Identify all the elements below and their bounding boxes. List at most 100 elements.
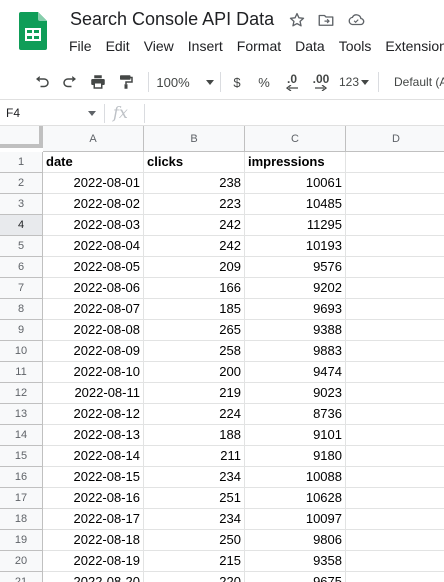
column-title-cell[interactable]: date xyxy=(43,152,144,173)
menu-extensions[interactable]: Extensions xyxy=(378,37,444,57)
table-cell[interactable]: 10628 xyxy=(245,488,346,509)
menu-format[interactable]: Format xyxy=(230,37,288,57)
table-cell[interactable]: 2022-08-01 xyxy=(43,173,144,194)
table-cell[interactable] xyxy=(346,572,444,582)
table-cell[interactable]: 9576 xyxy=(245,257,346,278)
table-cell[interactable]: 10061 xyxy=(245,173,346,194)
table-cell[interactable] xyxy=(346,425,444,446)
table-cell[interactable]: 2022-08-08 xyxy=(43,320,144,341)
table-cell[interactable]: 188 xyxy=(144,425,245,446)
currency-format-button[interactable]: $ xyxy=(228,71,246,93)
table-cell[interactable]: 234 xyxy=(144,509,245,530)
table-cell[interactable] xyxy=(346,194,444,215)
table-cell[interactable]: 220 xyxy=(144,572,245,582)
row-header[interactable]: 21 xyxy=(0,572,43,582)
table-cell[interactable]: 2022-08-07 xyxy=(43,299,144,320)
row-header[interactable]: 16 xyxy=(0,467,43,488)
table-cell[interactable]: 2022-08-16 xyxy=(43,488,144,509)
table-cell[interactable]: 2022-08-06 xyxy=(43,278,144,299)
column-title-cell[interactable]: impressions xyxy=(245,152,346,173)
table-cell[interactable]: 2022-08-11 xyxy=(43,383,144,404)
table-cell[interactable] xyxy=(346,257,444,278)
row-header[interactable]: 5 xyxy=(0,236,43,257)
row-header[interactable]: 13 xyxy=(0,404,43,425)
undo-icon[interactable] xyxy=(32,71,52,93)
table-cell[interactable]: 238 xyxy=(144,173,245,194)
table-cell[interactable]: 2022-08-18 xyxy=(43,530,144,551)
menu-file[interactable]: File xyxy=(62,37,99,57)
table-cell[interactable]: 185 xyxy=(144,299,245,320)
table-cell[interactable]: 10485 xyxy=(245,194,346,215)
row-header[interactable]: 15 xyxy=(0,446,43,467)
table-cell[interactable]: 2022-08-04 xyxy=(43,236,144,257)
table-cell[interactable] xyxy=(346,488,444,509)
table-cell[interactable]: 2022-08-09 xyxy=(43,341,144,362)
print-icon[interactable] xyxy=(88,71,108,93)
row-header[interactable]: 3 xyxy=(0,194,43,215)
table-cell[interactable]: 2022-08-02 xyxy=(43,194,144,215)
table-cell[interactable] xyxy=(346,467,444,488)
table-cell[interactable]: 242 xyxy=(144,236,245,257)
row-header[interactable]: 17 xyxy=(0,488,43,509)
google-sheets-logo-icon[interactable] xyxy=(19,12,47,50)
row-header[interactable]: 20 xyxy=(0,551,43,572)
column-header-b[interactable]: B xyxy=(144,126,245,152)
table-cell[interactable]: 265 xyxy=(144,320,245,341)
move-folder-icon[interactable] xyxy=(316,10,336,30)
column-title-cell[interactable]: clicks xyxy=(144,152,245,173)
column-title-cell[interactable] xyxy=(346,152,444,173)
column-header-a[interactable]: A xyxy=(43,126,144,152)
table-cell[interactable]: 9202 xyxy=(245,278,346,299)
increase-decimal-button[interactable]: .00 xyxy=(308,71,334,93)
table-cell[interactable] xyxy=(346,509,444,530)
table-cell[interactable]: 219 xyxy=(144,383,245,404)
menu-tools[interactable]: Tools xyxy=(332,37,379,57)
chevron-down-icon[interactable] xyxy=(88,111,96,116)
redo-icon[interactable] xyxy=(60,71,80,93)
table-cell[interactable]: 9388 xyxy=(245,320,346,341)
table-cell[interactable] xyxy=(346,362,444,383)
table-cell[interactable]: 250 xyxy=(144,530,245,551)
table-cell[interactable]: 9474 xyxy=(245,362,346,383)
table-cell[interactable]: 2022-08-12 xyxy=(43,404,144,425)
cloud-saved-icon[interactable] xyxy=(346,10,366,30)
select-all-corner[interactable] xyxy=(0,126,43,148)
row-header[interactable]: 11 xyxy=(0,362,43,383)
table-cell[interactable]: 2022-08-14 xyxy=(43,446,144,467)
table-cell[interactable]: 9675 xyxy=(245,572,346,582)
font-family-select[interactable]: Default (Ari xyxy=(394,71,444,93)
table-cell[interactable] xyxy=(346,446,444,467)
row-header[interactable]: 19 xyxy=(0,530,43,551)
table-cell[interactable]: 234 xyxy=(144,467,245,488)
table-cell[interactable]: 2022-08-15 xyxy=(43,467,144,488)
menu-view[interactable]: View xyxy=(137,37,181,57)
menu-data[interactable]: Data xyxy=(288,37,332,57)
table-cell[interactable]: 2022-08-20 xyxy=(43,572,144,582)
decrease-decimal-button[interactable]: .0 xyxy=(280,71,304,93)
table-cell[interactable]: 2022-08-19 xyxy=(43,551,144,572)
table-cell[interactable]: 9693 xyxy=(245,299,346,320)
row-header[interactable]: 2 xyxy=(0,173,43,194)
table-cell[interactable]: 251 xyxy=(144,488,245,509)
zoom-select[interactable]: 100% xyxy=(156,71,214,93)
menu-edit[interactable]: Edit xyxy=(99,37,137,57)
table-cell[interactable]: 2022-08-03 xyxy=(43,215,144,236)
table-cell[interactable] xyxy=(346,530,444,551)
row-header[interactable]: 9 xyxy=(0,320,43,341)
row-header[interactable]: 4 xyxy=(0,215,43,236)
table-cell[interactable] xyxy=(346,551,444,572)
column-header-c[interactable]: C xyxy=(245,126,346,152)
table-cell[interactable] xyxy=(346,236,444,257)
row-header[interactable]: 18 xyxy=(0,509,43,530)
table-cell[interactable]: 9023 xyxy=(245,383,346,404)
table-cell[interactable] xyxy=(346,215,444,236)
row-header[interactable]: 1 xyxy=(0,152,43,173)
table-cell[interactable]: 258 xyxy=(144,341,245,362)
table-cell[interactable]: 211 xyxy=(144,446,245,467)
table-cell[interactable]: 200 xyxy=(144,362,245,383)
name-box[interactable]: F4 xyxy=(6,106,20,120)
more-formats-button[interactable]: 123 xyxy=(338,71,370,93)
menu-insert[interactable]: Insert xyxy=(181,37,230,57)
table-cell[interactable]: 9101 xyxy=(245,425,346,446)
table-cell[interactable]: 10097 xyxy=(245,509,346,530)
